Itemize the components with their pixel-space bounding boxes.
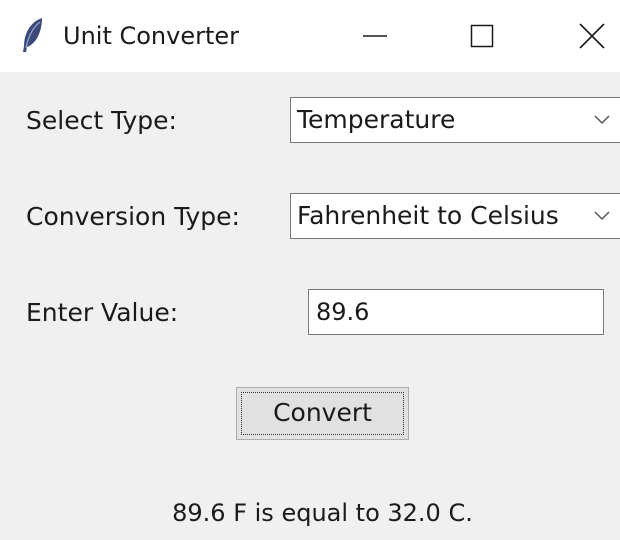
convert-button-label: Convert	[273, 398, 372, 427]
select-type-dropdown[interactable]: Temperature	[290, 97, 620, 143]
maximize-icon	[470, 24, 494, 48]
select-type-label: Select Type:	[26, 106, 177, 135]
feather-icon	[20, 16, 46, 54]
window-title: Unit Converter	[63, 22, 240, 50]
close-button[interactable]	[562, 0, 620, 72]
conversion-type-value: Fahrenheit to Celsius	[297, 201, 559, 230]
maximize-button[interactable]	[452, 0, 512, 72]
select-type-value: Temperature	[297, 105, 456, 134]
enter-value-label: Enter Value:	[26, 298, 179, 327]
convert-button[interactable]: Convert	[236, 387, 409, 440]
value-input[interactable]	[308, 289, 604, 335]
conversion-type-dropdown[interactable]: Fahrenheit to Celsius	[290, 193, 620, 239]
result-text: 89.6 F is equal to 32.0 C.	[172, 499, 473, 527]
close-icon	[579, 23, 605, 49]
conversion-type-label: Conversion Type:	[26, 202, 240, 231]
title-bar: Unit Converter	[0, 0, 620, 72]
chevron-down-icon	[594, 115, 610, 125]
chevron-down-icon	[594, 211, 610, 221]
minimize-icon	[363, 35, 387, 37]
minimize-button[interactable]	[345, 0, 405, 72]
